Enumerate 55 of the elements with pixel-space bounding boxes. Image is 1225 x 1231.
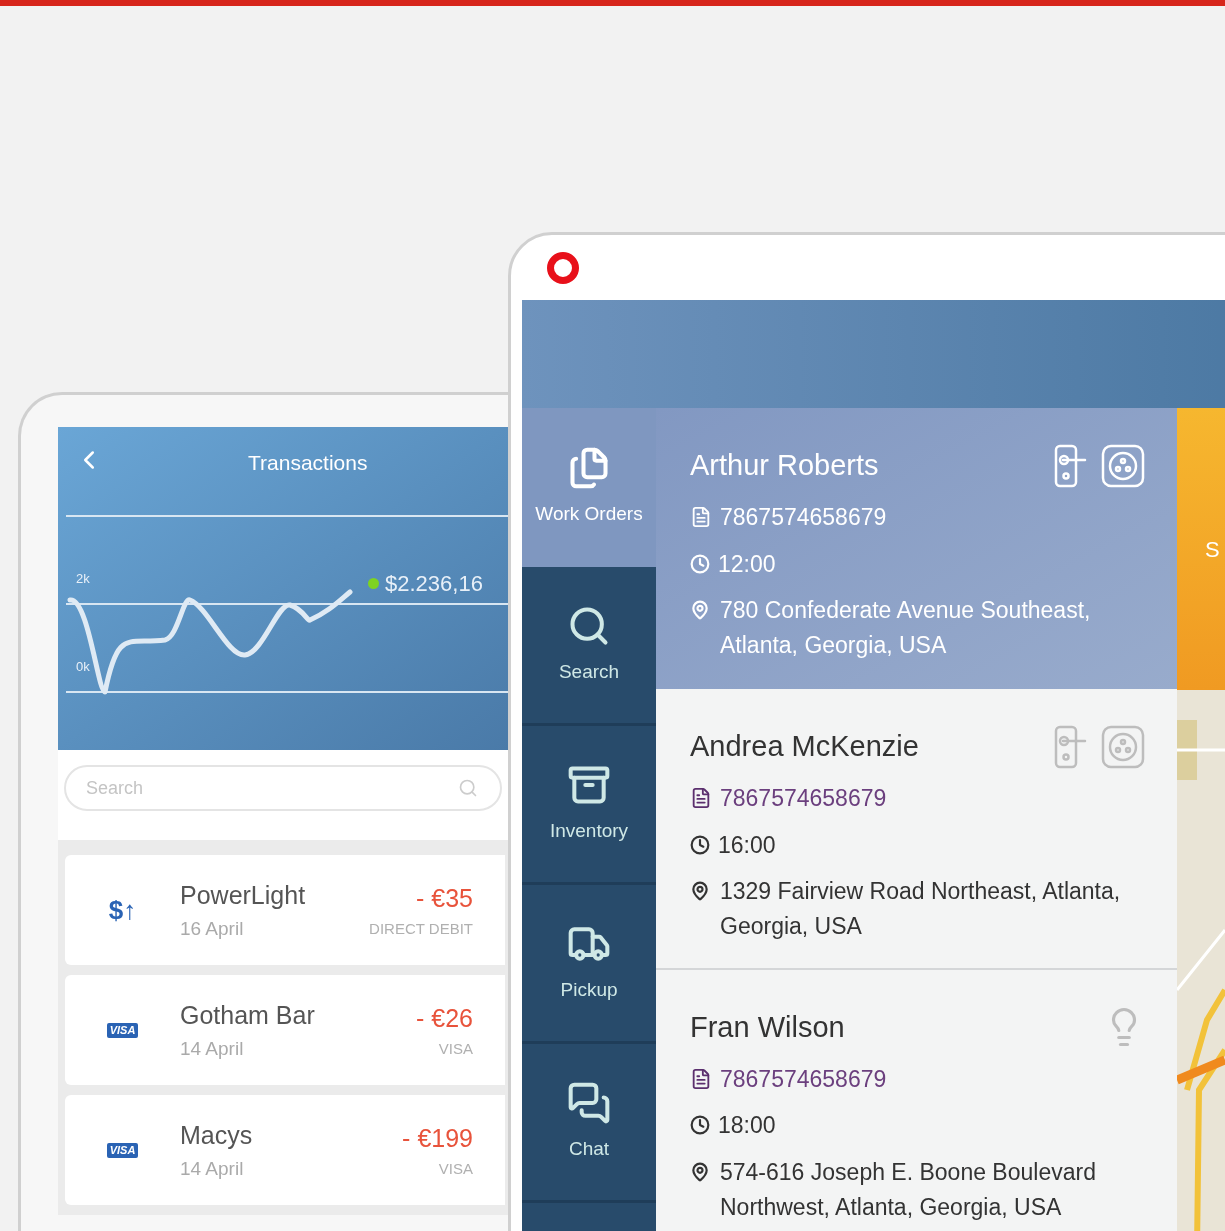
transaction-date: 14 April [180,1156,245,1181]
transaction-amount: - €26 [416,1003,473,1034]
clock-icon [690,834,710,855]
transaction-amount: - €35 [416,883,473,914]
payment-method: DIRECT DEBIT [369,918,473,939]
visa-card-icon: VISA [106,1022,139,1038]
order-number: 7867574658679 [720,503,887,532]
order-time: 16:00 [718,830,776,860]
document-icon [690,1067,712,1090]
screen-title: Transactions [248,450,368,476]
merchant-name: Macys [180,1120,254,1151]
customer-name: Fran Wilson [690,1010,845,1045]
transaction-row[interactable]: VISA Macys 14 April - €199 VISA [65,1095,505,1205]
power-socket-icon [1101,444,1145,488]
transaction-row[interactable]: $↑ PowerLight 16 April - €35 DIRECT DEBIT [65,855,505,965]
merchant-name: PowerLight [180,880,307,911]
balance-value: $2.236,16 [385,570,483,598]
search-icon [458,778,478,798]
order-address: 574-616 Joseph E. Boone Boulevard Northwest, Atlanta, Georgia, USA [720,1157,1097,1222]
location-pin-icon [690,881,710,901]
payment-method: VISA [438,1038,473,1059]
axis-label: 2k [76,570,90,588]
camera-ring-icon [547,251,579,284]
clock-icon [690,553,710,574]
location-pin-icon [690,600,710,620]
order-time: 12:00 [718,549,776,579]
documents-icon [567,446,611,491]
clock-icon [690,1115,710,1136]
transaction-amount: - €199 [402,1123,473,1154]
transaction-row[interactable]: VISA Gotham Bar 14 April - €26 VISA [65,975,505,1085]
document-icon [690,506,712,529]
customer-name: Arthur Roberts [690,448,879,483]
transaction-date: 14 April [180,1036,245,1061]
order-time: 18:00 [718,1111,776,1140]
document-icon [690,787,712,810]
order-number: 7867574658679 [720,1064,887,1094]
search-field[interactable]: Search [64,765,502,811]
order-address: 780 Confederate Avenue Southeast, Atlanta, Georgia, USA [720,596,1092,660]
visa-card-icon: VISA [106,1142,139,1158]
axis-label: 0k [76,658,90,676]
order-address: 1329 Fairview Road Northeast, Atlanta, Georgia, USA [720,877,1122,941]
door-handle-icon [1053,725,1089,769]
location-pin-icon [690,1161,710,1182]
chat-icon [567,1080,611,1125]
door-handle-icon [1053,444,1089,488]
work-order-card[interactable]: Fran Wilson 7867574658679 18:00 574-616 Joseph E. Boone Boulevard Northwest, Atlanta, Georgia, USA [656,970,1177,1231]
power-socket-icon [1101,725,1145,769]
transaction-date: 16 April [180,916,245,941]
direct-debit-icon: $↑ [108,897,137,923]
panel-label: S [1205,535,1220,564]
merchant-name: Gotham Bar [180,1000,316,1031]
customer-name: Andrea McKenzie [690,729,919,764]
work-order-card[interactable]: Andrea McKenzie 7867574658679 16:00 1329 Fairview Road Northeast, Atlanta, Georgia, USA [656,689,1177,970]
order-number: 7867574658679 [720,784,887,813]
payment-method: VISA [438,1158,473,1179]
